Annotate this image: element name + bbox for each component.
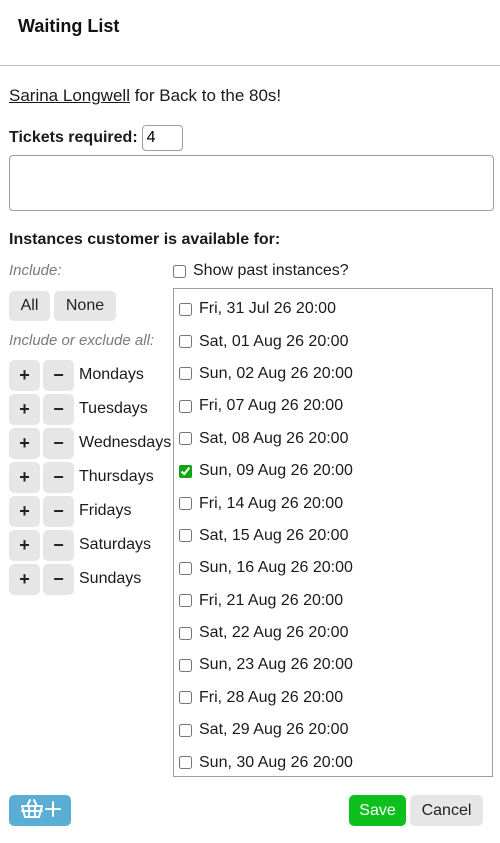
instance-checkbox[interactable]	[179, 432, 192, 446]
instance-label: Sat, 29 Aug 26 20:00	[199, 721, 349, 739]
instance-label: Sat, 08 Aug 26 20:00	[199, 429, 349, 447]
include-day-button[interactable]: +	[9, 529, 40, 561]
instance-label: Fri, 28 Aug 26 20:00	[199, 688, 344, 706]
instance-item[interactable]: Fri, 28 Aug 26 20:00	[174, 682, 492, 714]
day-label: Saturdays	[79, 536, 152, 553]
basket-plus-icon	[18, 798, 62, 823]
instance-item[interactable]: Fri, 31 Jul 26 20:00	[174, 293, 492, 325]
instance-item[interactable]: Fri, 21 Aug 26 20:00	[174, 585, 492, 617]
day-row: + − Thursdays	[9, 460, 171, 494]
instance-checkbox[interactable]	[179, 497, 192, 511]
include-day-button[interactable]: +	[9, 563, 40, 595]
instance-checkbox[interactable]	[179, 756, 192, 770]
customer-name-link[interactable]: Sarina Longwell	[9, 86, 130, 105]
instance-checkbox[interactable]	[179, 561, 192, 575]
instance-checkbox[interactable]	[179, 464, 192, 478]
instance-item[interactable]: Sun, 30 Aug 26 20:00	[174, 746, 492, 776]
select-all-button[interactable]: All	[9, 291, 50, 321]
instance-checkbox[interactable]	[179, 529, 192, 543]
show-past-label: Show past instances?	[193, 262, 349, 279]
instance-item[interactable]: Sun, 09 Aug 26 20:00	[174, 455, 492, 487]
day-label: Fridays	[79, 502, 132, 519]
instance-label: Sat, 22 Aug 26 20:00	[199, 624, 349, 642]
customer-line: Sarina Longwell for Back to the 80s!	[9, 86, 281, 106]
instance-item[interactable]: Sat, 22 Aug 26 20:00	[174, 617, 492, 649]
exclude-day-button[interactable]: −	[43, 359, 74, 391]
day-label: Mondays	[79, 366, 144, 383]
instance-label: Fri, 14 Aug 26 20:00	[199, 494, 344, 512]
instance-label: Fri, 21 Aug 26 20:00	[199, 591, 344, 609]
show-past-checkbox[interactable]	[173, 264, 186, 278]
dialog-header: Waiting List	[0, 0, 500, 66]
instances-section-title: Instances customer is available for:	[9, 231, 281, 248]
day-row: + − Fridays	[9, 494, 171, 528]
instance-checkbox[interactable]	[179, 367, 192, 381]
instance-label: Sun, 09 Aug 26 20:00	[199, 462, 353, 480]
day-label: Tuesdays	[79, 400, 148, 417]
day-row: + − Sundays	[9, 562, 171, 596]
cancel-button[interactable]: Cancel	[410, 795, 483, 826]
instance-label: Sun, 16 Aug 26 20:00	[199, 559, 353, 577]
include-label: Include:	[9, 262, 62, 279]
tickets-input[interactable]	[141, 125, 183, 151]
day-label: Wednesdays	[79, 434, 172, 451]
day-rows: + − Mondays + − Tuesdays + − Wednesdays + − Thursda…	[9, 358, 171, 596]
exclude-day-button[interactable]: −	[43, 529, 74, 561]
instance-item[interactable]: Sat, 08 Aug 26 20:00	[174, 423, 492, 455]
instance-checkbox[interactable]	[179, 658, 192, 672]
instance-checkbox[interactable]	[179, 723, 192, 737]
instance-label: Fri, 07 Aug 26 20:00	[199, 397, 344, 415]
exclude-day-button[interactable]: −	[43, 393, 74, 425]
day-row: + − Wednesdays	[9, 426, 171, 460]
instance-checkbox[interactable]	[179, 302, 192, 316]
instance-label: Sun, 30 Aug 26 20:00	[199, 753, 353, 771]
instance-label: Sat, 01 Aug 26 20:00	[199, 332, 349, 350]
tickets-label: Tickets required:	[9, 129, 138, 146]
instance-item[interactable]: Sun, 23 Aug 26 20:00	[174, 649, 492, 681]
instance-label: Sun, 02 Aug 26 20:00	[199, 364, 353, 382]
day-label: Sundays	[79, 570, 142, 587]
instance-label: Fri, 31 Jul 26 20:00	[199, 300, 336, 318]
instance-item[interactable]: Sat, 15 Aug 26 20:00	[174, 520, 492, 552]
save-button[interactable]: Save	[349, 795, 406, 826]
instance-item[interactable]: Sun, 02 Aug 26 20:00	[174, 358, 492, 390]
day-label: Thursdays	[79, 468, 154, 485]
select-none-button[interactable]: None	[54, 291, 116, 321]
show-past-toggle[interactable]: Show past instances?	[173, 262, 349, 280]
include-day-button[interactable]: +	[9, 359, 40, 391]
instance-item[interactable]: Sun, 16 Aug 26 20:00	[174, 552, 492, 584]
add-to-basket-button[interactable]	[9, 795, 71, 826]
instance-item[interactable]: Fri, 07 Aug 26 20:00	[174, 390, 492, 422]
tickets-row: Tickets required:	[9, 125, 183, 151]
day-row: + − Tuesdays	[9, 392, 171, 426]
include-day-button[interactable]: +	[9, 427, 40, 459]
instance-item[interactable]: Fri, 14 Aug 26 20:00	[174, 487, 492, 519]
instance-item[interactable]: Sat, 01 Aug 26 20:00	[174, 325, 492, 357]
day-row: + − Mondays	[9, 358, 171, 392]
instance-checkbox[interactable]	[179, 691, 192, 705]
instance-label: Sat, 15 Aug 26 20:00	[199, 526, 349, 544]
dialog-title: Waiting List	[18, 16, 120, 36]
instance-item[interactable]: Sat, 29 Aug 26 20:00	[174, 714, 492, 746]
instance-checkbox[interactable]	[179, 594, 192, 608]
instance-label: Sun, 23 Aug 26 20:00	[199, 656, 353, 674]
exclude-day-button[interactable]: −	[43, 461, 74, 493]
include-day-button[interactable]: +	[9, 461, 40, 493]
instances-list[interactable]: Fri, 31 Jul 26 20:00 Sat, 01 Aug 26 20:00…	[173, 288, 493, 777]
include-day-button[interactable]: +	[9, 495, 40, 527]
notes-textarea[interactable]	[9, 155, 494, 211]
include-exclude-label: Include or exclude all:	[9, 332, 155, 349]
instance-checkbox[interactable]	[179, 399, 192, 413]
instance-checkbox[interactable]	[179, 626, 192, 640]
include-day-button[interactable]: +	[9, 393, 40, 425]
exclude-day-button[interactable]: −	[43, 563, 74, 595]
exclude-day-button[interactable]: −	[43, 427, 74, 459]
exclude-day-button[interactable]: −	[43, 495, 74, 527]
instance-checkbox[interactable]	[179, 335, 192, 349]
day-row: + − Saturdays	[9, 528, 171, 562]
event-text: for Back to the 80s!	[129, 86, 282, 105]
